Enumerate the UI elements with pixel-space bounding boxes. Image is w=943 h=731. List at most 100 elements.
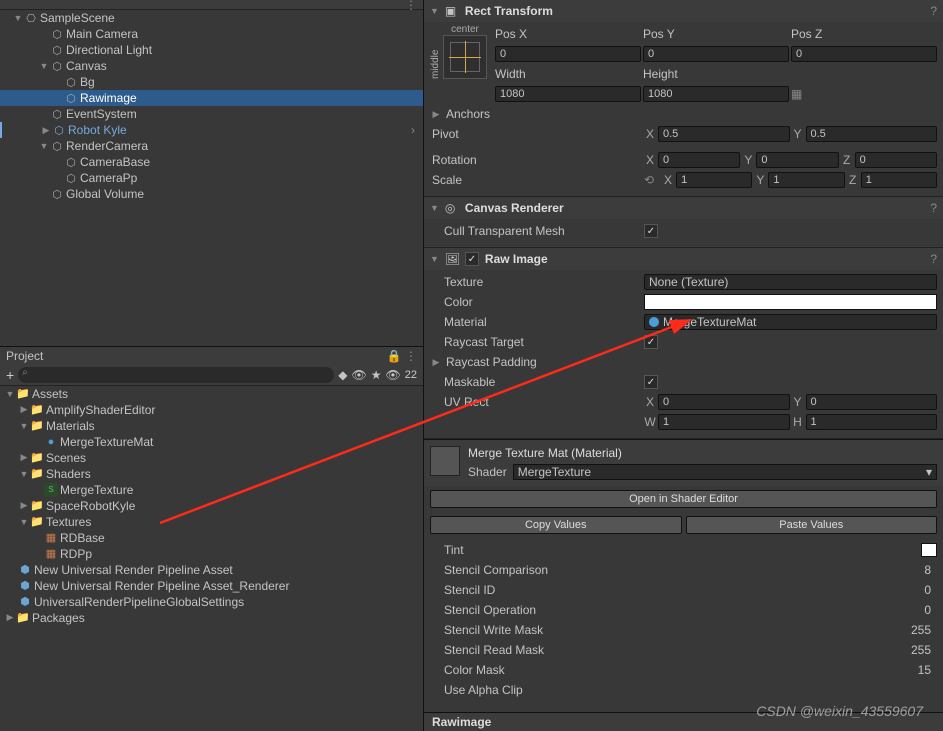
posx-input[interactable]: [495, 46, 641, 62]
expand-arrow-icon[interactable]: ▶: [18, 500, 30, 511]
enable-checkbox[interactable]: ✓: [465, 252, 479, 266]
project-search-input[interactable]: [18, 367, 334, 383]
project-texture[interactable]: ▦RDBase: [0, 530, 423, 546]
scale-z-input[interactable]: [861, 172, 937, 188]
rot-x-input[interactable]: [658, 152, 740, 168]
project-texture[interactable]: ▦RDPp: [0, 546, 423, 562]
project-asset[interactable]: ⬢New Universal Render Pipeline Asset: [0, 562, 423, 578]
expand-arrow-icon[interactable]: ▶: [18, 404, 30, 415]
height-input[interactable]: [643, 86, 789, 102]
tint-color-field[interactable]: [921, 543, 937, 557]
help-icon[interactable]: ?: [930, 4, 937, 18]
project-folder[interactable]: ▶📁Scenes: [0, 450, 423, 466]
project-folder[interactable]: ▼📁Shaders: [0, 466, 423, 482]
expand-arrow-icon[interactable]: ▼: [12, 13, 24, 23]
expand-arrow-icon[interactable]: ▼: [18, 421, 30, 431]
shader-prop-value[interactable]: 8: [897, 563, 937, 577]
copy-values-button[interactable]: Copy Values: [430, 516, 682, 534]
hidden-icon[interactable]: 👁: [352, 368, 367, 382]
expand-arrow-icon[interactable]: ▶: [18, 452, 30, 463]
eye-icon[interactable]: 👁: [386, 368, 401, 382]
shader-prop-value[interactable]: 255: [897, 623, 937, 637]
color-field[interactable]: [644, 294, 937, 310]
help-icon[interactable]: ?: [930, 252, 937, 266]
posz-input[interactable]: [791, 46, 937, 62]
expand-arrow-icon[interactable]: ▶: [40, 125, 52, 136]
uv-x-input[interactable]: [658, 394, 790, 410]
pivot-x-input[interactable]: [658, 126, 790, 142]
add-icon[interactable]: +: [6, 367, 14, 383]
hierarchy-item-selected[interactable]: ⬡Rawimage: [0, 90, 423, 106]
expand-arrow-icon[interactable]: ▼: [430, 254, 439, 264]
open-shader-editor-button[interactable]: Open in Shader Editor: [430, 490, 937, 508]
anchor-presets-button[interactable]: [443, 35, 487, 79]
hierarchy-item[interactable]: ▼⬡Canvas: [0, 58, 423, 74]
maskable-checkbox[interactable]: ✓: [644, 375, 658, 389]
expand-arrow-icon[interactable]: ▼: [430, 203, 439, 213]
expand-arrow-icon[interactable]: ▼: [430, 6, 439, 16]
project-folder[interactable]: ▶📁AmplifyShaderEditor: [0, 402, 423, 418]
help-icon[interactable]: ?: [930, 201, 937, 215]
uv-w-input[interactable]: [658, 414, 790, 430]
blueprint-icon[interactable]: ▦: [791, 87, 802, 101]
rot-z-input[interactable]: [855, 152, 937, 168]
cull-checkbox[interactable]: ✓: [644, 224, 658, 238]
shader-dropdown[interactable]: MergeTexture▾: [513, 464, 937, 480]
width-input[interactable]: [495, 86, 641, 102]
project-folder[interactable]: ▼📁Textures: [0, 514, 423, 530]
project-folder[interactable]: ▶📁Packages: [0, 610, 423, 626]
paste-values-button[interactable]: Paste Values: [686, 516, 938, 534]
expand-arrow-icon[interactable]: ▶: [430, 109, 442, 120]
raycast-checkbox[interactable]: ✓: [644, 335, 658, 349]
shader-prop-value[interactable]: 0: [897, 603, 937, 617]
rect-transform-header[interactable]: ▼ ▣ Rect Transform ?: [424, 0, 943, 22]
bottom-tab[interactable]: Rawimage: [424, 712, 943, 731]
scene-row[interactable]: ▼ ⎔ SampleScene: [0, 10, 423, 26]
material-header[interactable]: Merge Texture Mat (Material) Shader Merg…: [424, 439, 943, 486]
rot-y-input[interactable]: [756, 152, 838, 168]
material-field[interactable]: MergeTextureMat: [644, 314, 937, 330]
shader-prop-value[interactable]: 0: [897, 583, 937, 597]
hierarchy-item[interactable]: ⬡CameraPp: [0, 170, 423, 186]
project-folder[interactable]: ▶📁SpaceRobotKyle: [0, 498, 423, 514]
pivot-y-input[interactable]: [806, 126, 938, 142]
canvas-renderer-header[interactable]: ▼ ◎ Canvas Renderer ?: [424, 197, 943, 219]
expand-arrow-icon[interactable]: ▼: [38, 141, 50, 151]
uv-h-input[interactable]: [806, 414, 938, 430]
project-folder[interactable]: ▼📁Materials: [0, 418, 423, 434]
project-asset[interactable]: ⬢New Universal Render Pipeline Asset_Ren…: [0, 578, 423, 594]
expand-arrow-icon[interactable]: ▼: [4, 389, 16, 399]
hierarchy-menu-icon[interactable]: ⋮: [405, 0, 417, 12]
lock-icon[interactable]: 🔒 ⋮: [387, 349, 417, 363]
shader-prop-value[interactable]: 15: [897, 663, 937, 677]
posy-input[interactable]: [643, 46, 789, 62]
expand-arrow-icon[interactable]: ▼: [18, 517, 30, 527]
filter-icon[interactable]: ◆: [338, 368, 347, 382]
prefab-arrow-icon[interactable]: ›: [411, 123, 415, 137]
hierarchy-item[interactable]: ⬡CameraBase: [0, 154, 423, 170]
hierarchy-item[interactable]: ⬡Main Camera: [0, 26, 423, 42]
scale-y-input[interactable]: [768, 172, 844, 188]
hierarchy-item-prefab[interactable]: ▶⬡Robot Kyle›: [0, 122, 423, 138]
shader-prop-value[interactable]: 255: [897, 643, 937, 657]
raw-image-header[interactable]: ▼ 🖼 ✓ Raw Image ?: [424, 248, 943, 270]
hierarchy-item[interactable]: ⬡Bg: [0, 74, 423, 90]
constrain-icon[interactable]: ⟲: [644, 173, 654, 187]
project-material[interactable]: ●MergeTextureMat: [0, 434, 423, 450]
hierarchy-item[interactable]: ▼⬡RenderCamera: [0, 138, 423, 154]
hierarchy-item[interactable]: ⬡EventSystem: [0, 106, 423, 122]
project-tab[interactable]: Project 🔒 ⋮: [0, 346, 423, 366]
project-shader[interactable]: SMergeTexture: [0, 482, 423, 498]
project-asset[interactable]: ⬢UniversalRenderPipelineGlobalSettings: [0, 594, 423, 610]
favorites-icon[interactable]: ★: [371, 368, 382, 382]
expand-arrow-icon[interactable]: ▶: [430, 357, 442, 368]
uv-y-input[interactable]: [806, 394, 938, 410]
scale-x-input[interactable]: [676, 172, 752, 188]
expand-arrow-icon[interactable]: ▶: [4, 612, 16, 623]
project-folder[interactable]: ▼📁Assets: [0, 386, 423, 402]
hierarchy-item[interactable]: ⬡Global Volume: [0, 186, 423, 202]
expand-arrow-icon[interactable]: ▼: [18, 469, 30, 479]
texture-field[interactable]: None (Texture): [644, 274, 937, 290]
hierarchy-item[interactable]: ⬡Directional Light: [0, 42, 423, 58]
expand-arrow-icon[interactable]: ▼: [38, 61, 50, 71]
